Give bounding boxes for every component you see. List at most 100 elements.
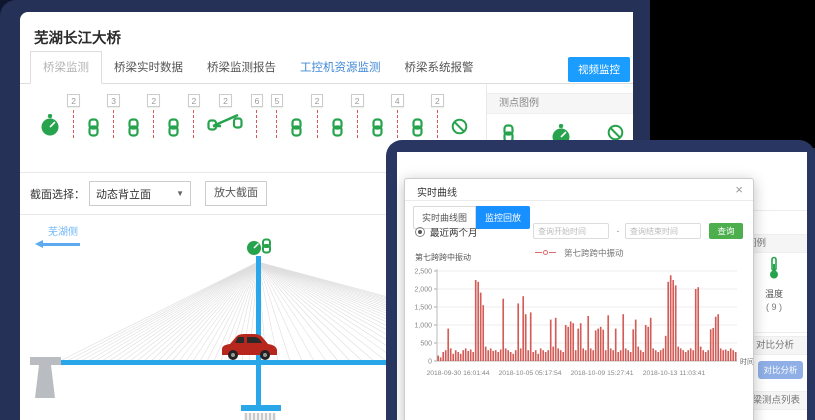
side-label: 芜湖侧 [48,227,78,238]
enlarge-section-button[interactable]: 放大截面 [205,181,267,206]
sensor-item: 5 [271,94,284,138]
query-end-time-input[interactable] [625,223,701,239]
legend-panel-header: 测点图例 [487,93,633,114]
sensor-strip: 2 3 2 2 2 65 2 2 4 2 [40,94,468,143]
modal-header: 实时曲线 × [405,179,753,201]
main-tabbar: 桥梁监测 桥梁实时数据 桥梁监测报告 工控机资源监测 桥梁系统报警 [20,54,633,84]
svg-text:2018-10-13 11:03:41: 2018-10-13 11:03:41 [643,370,706,377]
video-monitor-button[interactable]: 视频监控 [568,57,630,82]
svg-text:500: 500 [420,341,432,348]
tab-bridge-realtime-data[interactable]: 桥梁实时数据 [102,52,195,83]
sensor-item: 2 [351,94,364,138]
sensor-dash-line [276,110,277,138]
tilt-icon[interactable] [207,111,243,137]
sensor-item: 2 [67,94,80,138]
svg-text:1,500: 1,500 [414,305,432,312]
svg-text:1,000: 1,000 [414,323,432,330]
sensor-count-badge: 5 [271,94,284,107]
modal-title: 实时曲线 [417,184,457,199]
sensor-item[interactable] [127,94,140,142]
query-start-time-input[interactable] [533,223,609,239]
chevron-down-icon: ▼ [176,189,184,198]
vibration-chart: 0 500 1,000 1,500 2,000 2,500 2018-09-30 16:01… [407,263,753,413]
svg-text:2,500: 2,500 [414,269,432,276]
legend-line-icon [549,252,556,253]
sensor-item[interactable] [40,94,60,143]
section-select-label: 截面选择： [30,186,85,202]
sensor-item: 2 [311,94,324,138]
sensor-item: 2 [147,94,160,138]
close-icon[interactable]: × [735,182,743,198]
temperature-sensor-block[interactable]: 温度 ( 9 ) [754,256,794,312]
sensor-count-badge: 2 [311,94,324,107]
sensor-count-badge: 2 [188,94,201,107]
tab-ipc-resource-monitoring[interactable]: 工控机资源监测 [288,52,393,83]
legend-label: 第七跨跨中振动 [564,248,624,258]
sensor-item: 4 [391,94,404,138]
page-title: 芜湖长江大桥 [34,27,121,48]
radio-last-two-months[interactable] [415,227,425,237]
sensor-type-label: 温度 [754,287,794,300]
sensor-count-badge: 4 [391,94,404,107]
link-icon[interactable] [87,118,100,142]
svg-text:2018-09-30 16:01:44: 2018-09-30 16:01:44 [426,370,489,377]
sensor-dash-line [193,110,194,138]
query-button[interactable]: 查询 [709,223,743,239]
bridge-pier [241,405,281,420]
section-select[interactable]: 动态背立面 ▼ [89,181,191,206]
sensor-item[interactable] [411,94,424,142]
sensor-dash-line [437,110,438,138]
link-icon[interactable] [371,118,384,142]
svg-text:2018-10-09 15:27:41: 2018-10-09 15:27:41 [570,370,633,377]
time-range-separator: - [613,223,623,239]
svg-text:2018-10-05 05:17:54: 2018-10-05 05:17:54 [498,370,561,377]
screen: 芜湖长江大桥 桥梁监测 桥梁实时数据 桥梁监测报告 工控机资源监测 桥梁系统报警… [0,0,815,420]
sensor-count-badge: 3 [107,94,120,107]
legend-line-icon [535,252,542,253]
tower-sensor-icon[interactable] [247,240,270,256]
thermometer-icon [767,267,781,284]
sensor-item[interactable] [331,94,344,142]
link-icon[interactable] [127,118,140,142]
compare-analysis-button[interactable]: 对比分析 [758,361,803,379]
compare-header: 对比分析 [756,337,794,355]
gauge-icon[interactable] [40,114,60,143]
sensor-count-badge: 2 [67,94,80,107]
sensor-count-badge: 2 [147,94,160,107]
range-radio-row: 最近两个月 [415,225,478,239]
sensor-count-badge: 2 [431,94,444,107]
tab-bridge-monitoring[interactable]: 桥梁监测 [30,51,102,84]
radio-label: 最近两个月 [430,225,478,239]
ban-icon[interactable] [451,118,468,140]
tab-bridge-report[interactable]: 桥梁监测报告 [195,52,288,83]
sensor-item[interactable] [87,94,100,142]
sensor-item: 2 [188,94,201,138]
sensor-item[interactable]: 2 [207,94,243,137]
sensor-dash-line [73,110,74,138]
sensor-count: ( 9 ) [754,302,794,312]
sensor-dash-line [397,110,398,138]
realtime-curve-modal: 实时曲线 × 实时曲线图 监控回放 最近两个月 - 查询 第七跨跨中振动 第七跨… [404,178,754,420]
bridge-abutment [30,357,61,398]
sensor-item: 6 [251,94,264,138]
svg-text:0: 0 [428,359,432,366]
legend-marker-icon [543,250,548,255]
sensor-count-badge: 2 [219,94,232,107]
sensor-item[interactable] [290,94,303,142]
link-icon[interactable] [167,118,180,142]
svg-text:时间: 时间 [740,357,753,366]
tab-monitor-playback[interactable]: 监控回放 [476,206,530,229]
sensor-item[interactable] [371,94,384,142]
link-icon[interactable] [290,118,303,142]
tab-bridge-system-alarm[interactable]: 桥梁系统报警 [393,52,486,83]
svg-text:2,000: 2,000 [414,287,432,294]
sensor-item[interactable] [167,94,180,142]
sensor-item[interactable] [451,94,468,140]
link-icon[interactable] [411,118,424,142]
sensor-dash-line [357,110,358,138]
section-select-value: 动态背立面 [96,186,151,202]
sensor-dash-line [153,110,154,138]
bridge-tower [256,256,261,408]
sensor-dash-line [256,110,257,138]
link-icon[interactable] [331,118,344,142]
